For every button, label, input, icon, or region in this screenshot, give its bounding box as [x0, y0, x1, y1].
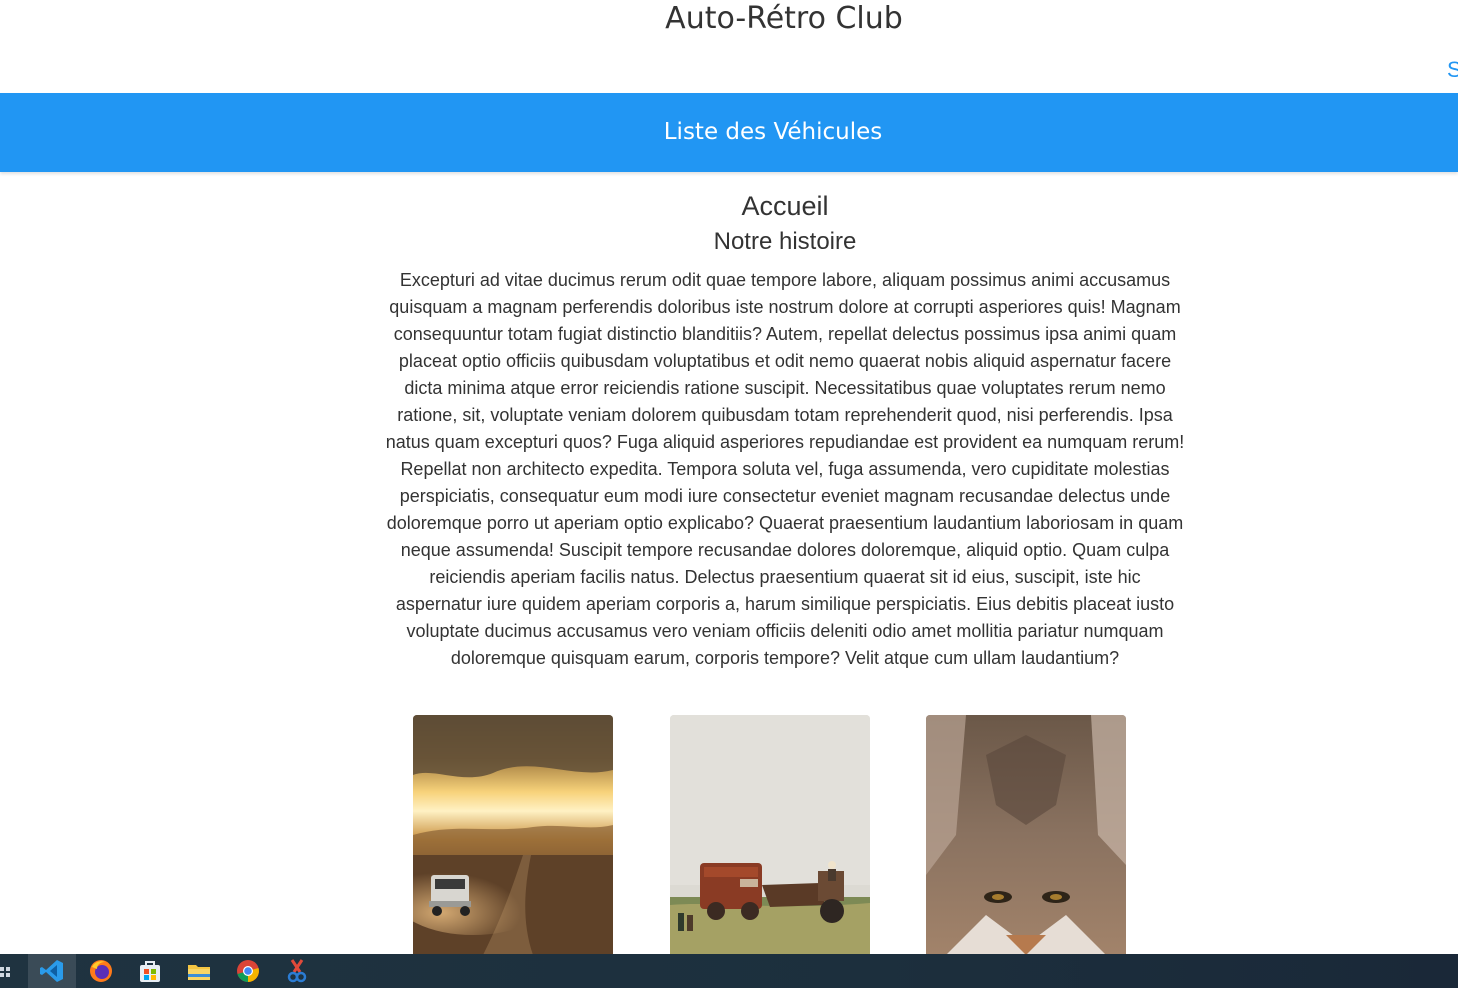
start-icon[interactable] — [0, 965, 10, 977]
gallery-photo-tractor — [670, 715, 870, 955]
gallery-photo-coyote — [926, 715, 1126, 955]
microsoft-store-icon[interactable] — [137, 958, 163, 984]
chrome-icon[interactable] — [235, 958, 261, 984]
snipping-tool-icon[interactable] — [284, 958, 310, 984]
photo-gallery — [0, 715, 1458, 955]
page-title: Accueil — [741, 191, 829, 221]
van-driving-at-sunset-photo — [413, 715, 613, 955]
hay-baler-tractor-photo — [670, 715, 870, 955]
nav-bar: Liste des Véhicules — [0, 93, 1458, 172]
vscode-icon[interactable] — [39, 958, 65, 984]
header-link-cut-off[interactable]: S — [1447, 56, 1458, 84]
file-explorer-icon[interactable] — [186, 958, 212, 984]
section-title: Notre histoire — [713, 228, 857, 255]
windows-taskbar — [0, 954, 1458, 988]
firefox-icon[interactable] — [88, 958, 114, 984]
main-content: Accueil Notre histoire Excepturi ad vita… — [385, 188, 1185, 672]
gallery-photo-van — [413, 715, 613, 955]
coyote-face-photo — [926, 715, 1126, 955]
site-title: Auto-Rétro Club — [665, 1, 903, 36]
history-paragraph: Excepturi ad vitae ducimus rerum odit qu… — [385, 270, 1185, 668]
nav-link-vehicles[interactable]: Liste des Véhicules — [0, 118, 1458, 146]
